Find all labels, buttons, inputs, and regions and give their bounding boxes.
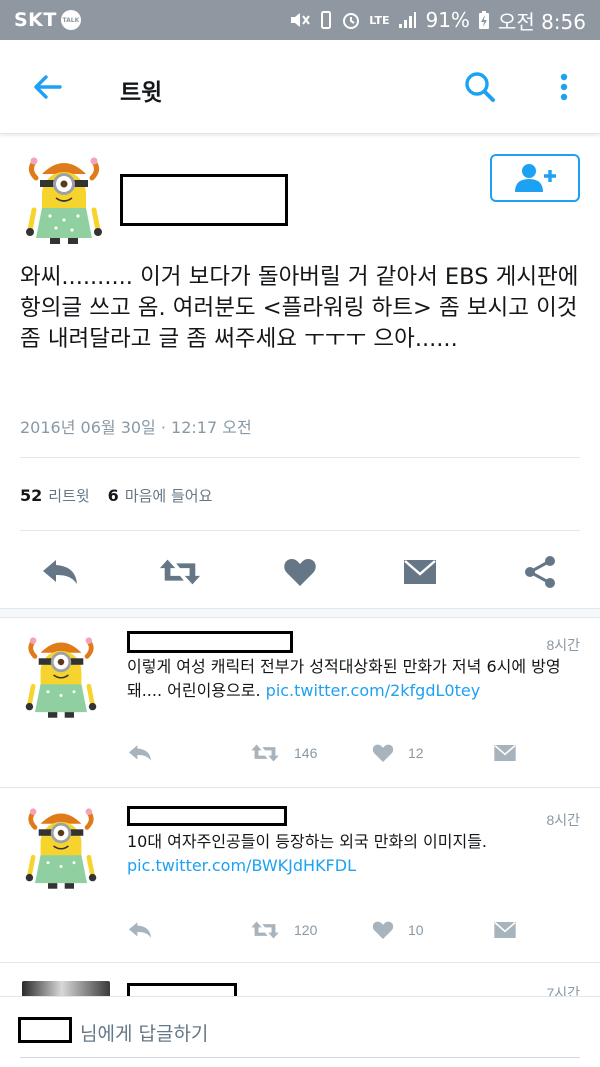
retweet-icon	[251, 744, 279, 762]
like-count: 12	[408, 745, 424, 761]
search-icon[interactable]	[462, 69, 498, 105]
tweet-timestamp: 2016년 06월 30일 · 12:17 오전	[20, 418, 252, 437]
redacted-username	[127, 983, 237, 996]
tweet-time: 8시간	[546, 637, 580, 653]
envelope-icon	[494, 922, 516, 938]
retweet-button[interactable]	[158, 548, 202, 596]
list-item[interactable]: 7시간	[0, 963, 600, 996]
input-underline	[20, 1057, 580, 1058]
back-arrow-icon[interactable]	[30, 70, 64, 104]
retweet-count: 52	[20, 486, 43, 505]
talk-badge-icon: TALK	[60, 10, 81, 30]
heart-icon	[372, 921, 394, 940]
message-button[interactable]	[398, 548, 442, 596]
tweet-stats: 52 리트윗 6 마음에 들어요	[20, 485, 212, 506]
battery-charging-icon	[478, 11, 489, 29]
share-button[interactable]	[518, 548, 562, 596]
tweet-text: 와씨.......... 이거 보다가 돌아버릴 거 같아서 EBS 게시판에 …	[20, 264, 579, 352]
tweet-time: 8시간	[546, 812, 580, 828]
envelope-icon	[494, 745, 516, 761]
retweet-icon	[251, 921, 279, 939]
heart-icon	[284, 559, 316, 586]
avatar[interactable]	[22, 800, 100, 892]
clock: 오전 8:56	[497, 9, 586, 34]
status-bar: SKT TALK LTE 91% 오전 8:56	[0, 0, 600, 40]
reply-button[interactable]	[127, 743, 153, 763]
retweet-count: 120	[294, 922, 318, 938]
list-item[interactable]: 8시간 10대 여자주인공들이 등장하는 외국 만화의 이미지들. pic.tw…	[0, 788, 600, 960]
avatar[interactable]	[22, 150, 106, 246]
list-item[interactable]: 8시간 이렇게 여성 캐릭터 전부가 성적대상화된 만화가 저녁 6시에 방영돼…	[0, 619, 600, 787]
like-label[interactable]: 마음에 들어요	[125, 485, 213, 506]
redacted-username	[18, 1017, 72, 1043]
envelope-icon	[404, 560, 436, 584]
tweet-link[interactable]: pic.twitter.com/BWKJdHKFDL	[127, 856, 356, 875]
tweet-text: 이렇게 여성 캐릭터 전부가 성적대상화된 만화가 저녁 6시에 방영돼....…	[127, 655, 577, 703]
message-button[interactable]	[493, 920, 517, 940]
add-user-icon	[515, 164, 556, 192]
tweet-text: 10대 여자주인공들이 등장하는 외국 만화의 이미지들. pic.twitte…	[127, 830, 577, 878]
like-button[interactable]: 12	[372, 743, 424, 763]
reply-icon	[128, 745, 152, 761]
retweet-icon	[159, 559, 201, 585]
divider	[20, 530, 580, 531]
reply-icon	[43, 560, 77, 584]
heart-icon	[372, 744, 394, 763]
like-button[interactable]	[278, 548, 322, 596]
retweet-count: 146	[294, 745, 318, 761]
follow-button[interactable]	[490, 154, 580, 202]
mute-icon	[291, 13, 311, 27]
carrier-label: SKT	[14, 9, 57, 31]
signal-icon	[399, 12, 417, 28]
message-button[interactable]	[493, 743, 517, 763]
redacted-username	[127, 806, 287, 826]
section-divider	[0, 608, 600, 618]
vibrate-icon	[321, 11, 332, 29]
tweet-link[interactable]: pic.twitter.com/2kfgdL0tey	[266, 681, 481, 700]
redacted-username	[127, 631, 293, 653]
reply-button[interactable]	[127, 920, 153, 940]
retweet-button[interactable]: 146	[250, 743, 317, 763]
retweet-label[interactable]: 리트윗	[48, 485, 89, 506]
avatar[interactable]	[22, 629, 100, 721]
retweet-button[interactable]: 120	[250, 920, 317, 940]
tweet-actions	[0, 548, 600, 596]
battery-level: 91%	[425, 8, 470, 32]
reply-placeholder[interactable]: 님에게 답글하기	[80, 1019, 208, 1046]
like-button[interactable]: 10	[372, 920, 424, 940]
reply-composer[interactable]: 님에게 답글하기	[0, 996, 600, 1067]
reply-button[interactable]	[38, 548, 82, 596]
reply-icon	[128, 922, 152, 938]
status-icons: LTE 91% 오전 8:56	[289, 6, 586, 35]
tweet-body: 10대 여자주인공들이 등장하는 외국 만화의 이미지들.	[127, 832, 487, 851]
avatar[interactable]	[22, 981, 110, 996]
tweet-time: 7시간	[546, 985, 580, 996]
page-title: 트윗	[120, 80, 163, 106]
app-bar: 트윗	[0, 40, 600, 134]
like-count: 6	[107, 486, 119, 505]
lte-icon: LTE	[369, 13, 390, 27]
redacted-username	[120, 174, 288, 226]
alarm-icon	[343, 13, 360, 29]
more-vertical-icon[interactable]	[552, 69, 576, 105]
divider	[20, 457, 580, 458]
like-count: 10	[408, 922, 424, 938]
share-icon	[525, 556, 555, 588]
